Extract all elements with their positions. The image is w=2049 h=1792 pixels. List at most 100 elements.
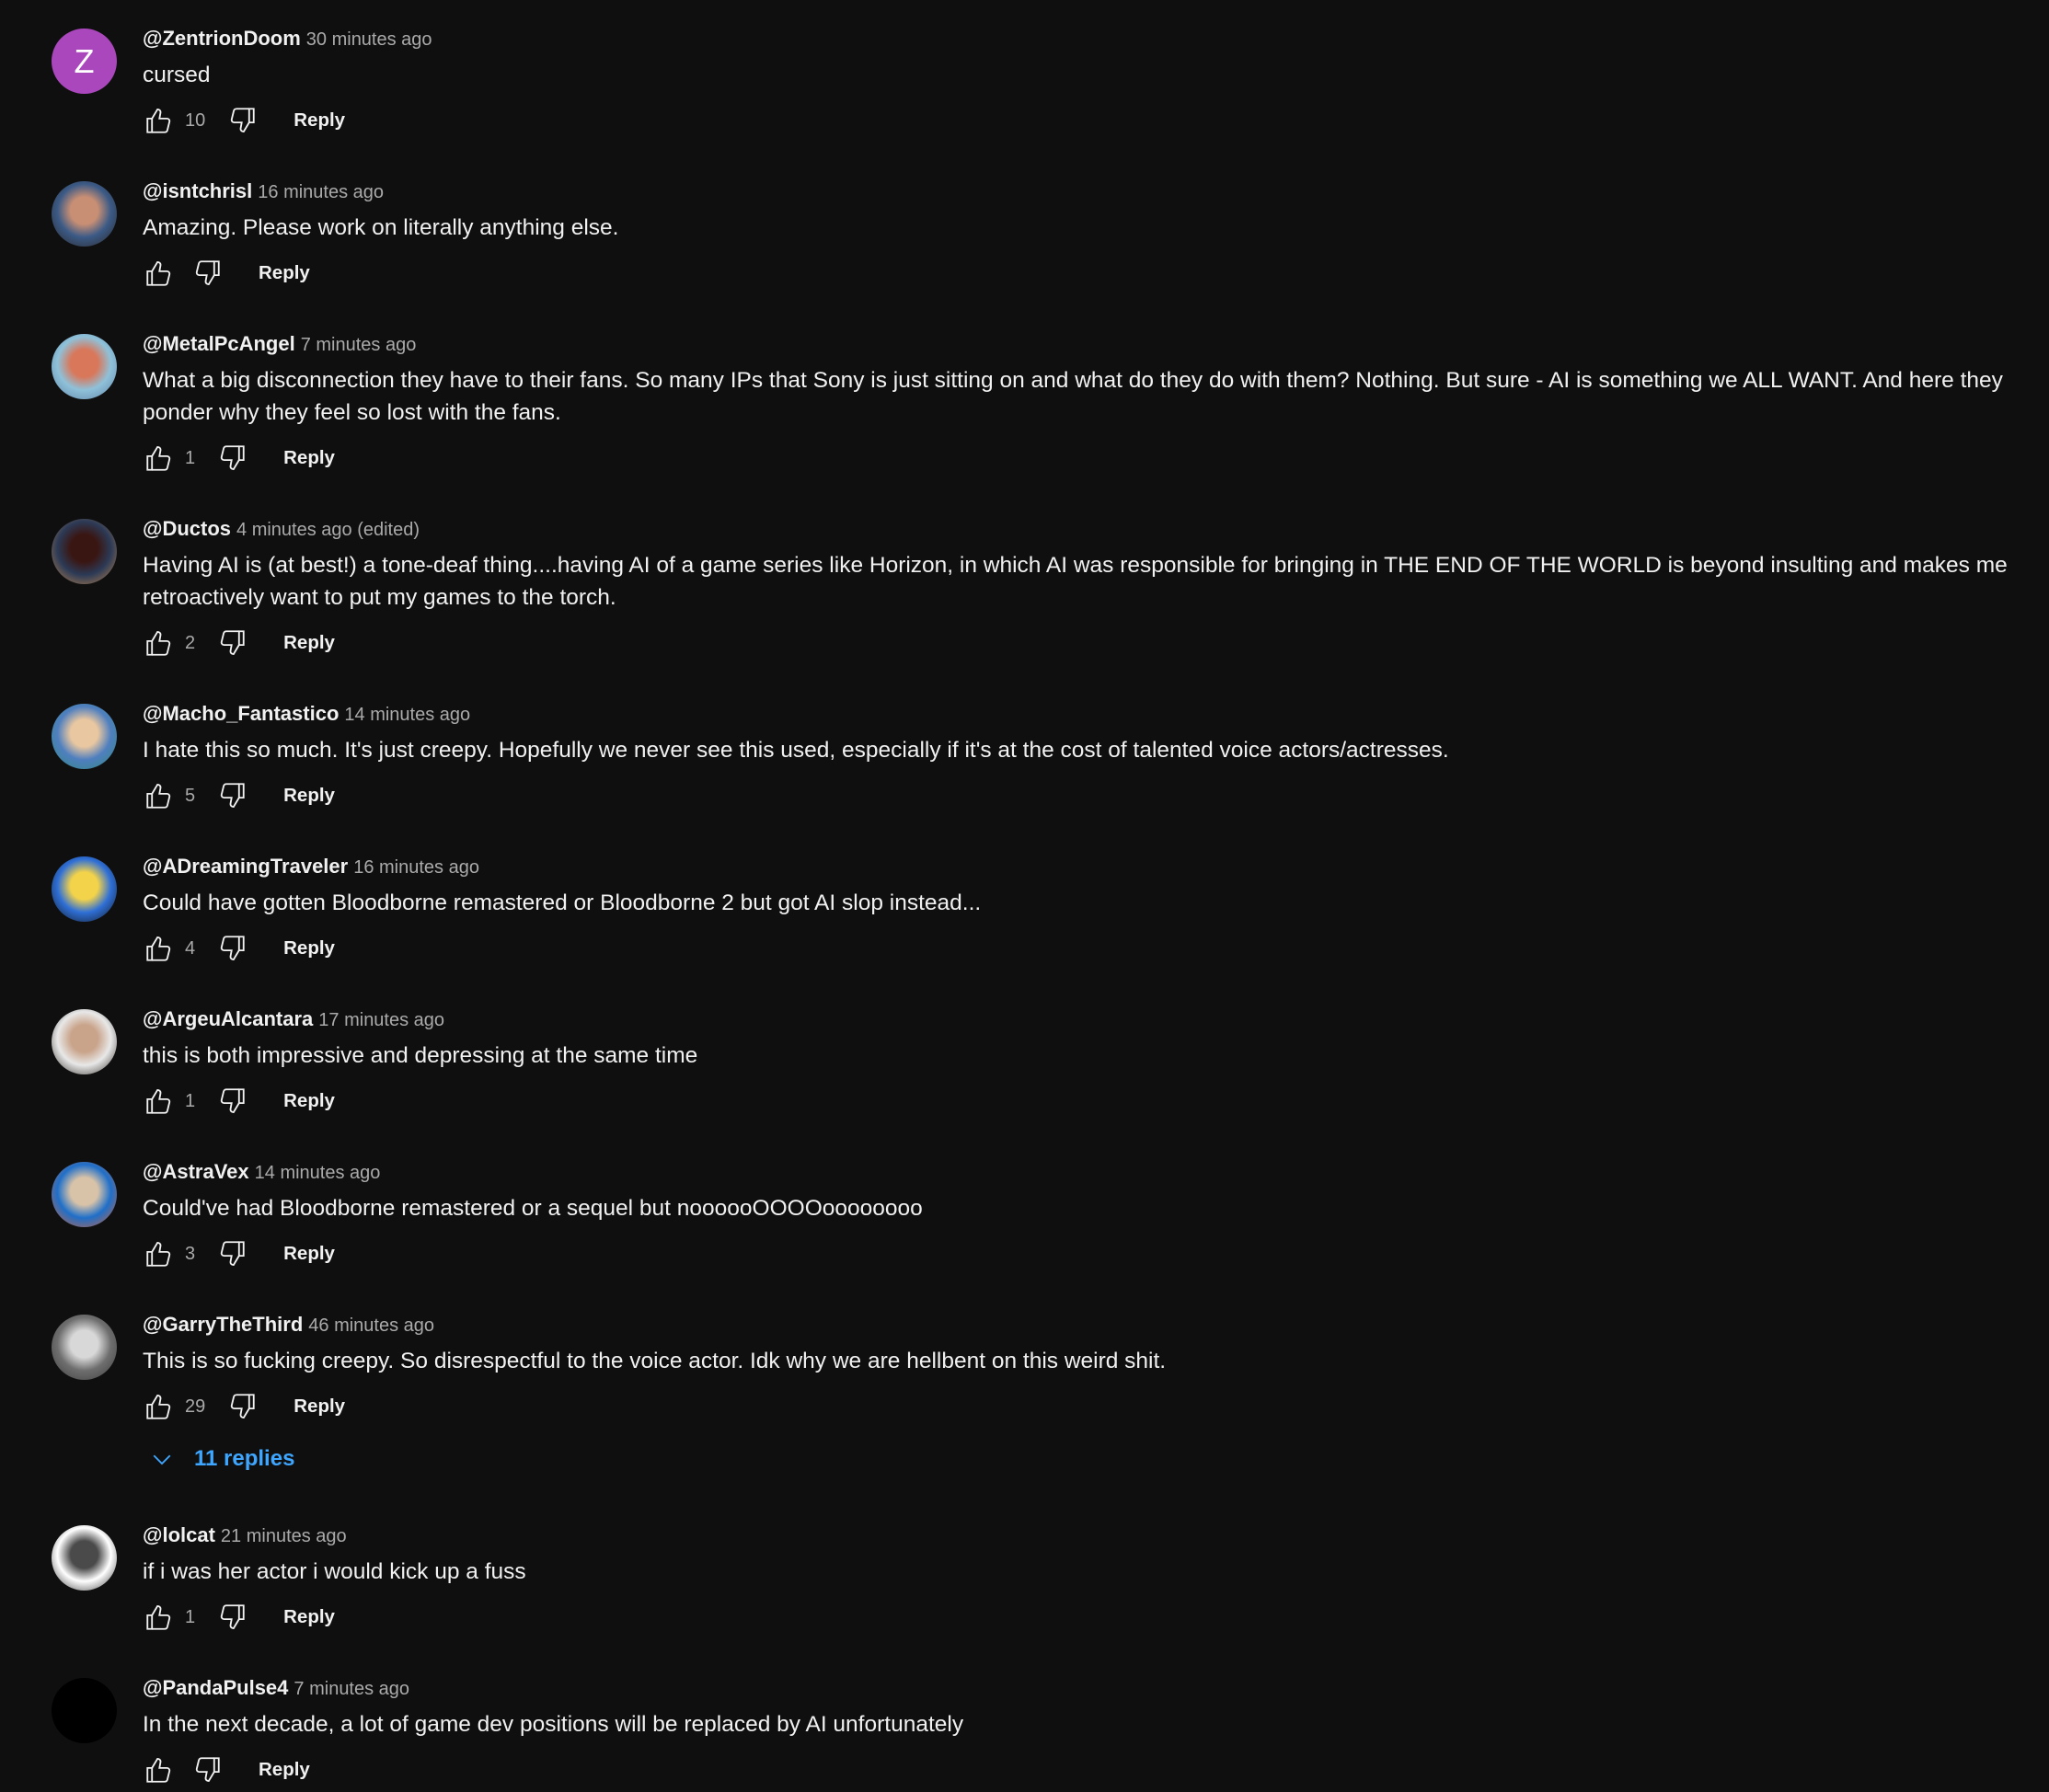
- comment-timestamp[interactable]: 4 minutes ago (edited): [236, 520, 420, 540]
- dislike-button[interactable]: [215, 1601, 248, 1634]
- comment-header: @Ductos 4 minutes ago (edited): [143, 514, 2003, 544]
- comment-body: @PandaPulse4 7 minutes ago In the next dec…: [143, 1673, 2003, 1788]
- comment-timestamp[interactable]: 14 minutes ago: [344, 705, 470, 725]
- thumbs-up-icon: [144, 105, 175, 136]
- reply-button[interactable]: Reply: [283, 937, 335, 959]
- thumbs-up-icon: [144, 258, 175, 289]
- like-button[interactable]: [143, 104, 176, 137]
- comment-timestamp[interactable]: 7 minutes ago: [294, 1679, 409, 1699]
- like-count: 29: [185, 1396, 206, 1417]
- reply-button[interactable]: Reply: [283, 447, 335, 469]
- dislike-button[interactable]: [190, 1753, 224, 1786]
- like-count: 10: [185, 109, 206, 131]
- like-button[interactable]: [143, 1753, 176, 1786]
- author-handle[interactable]: @ZentrionDoom: [143, 27, 301, 50]
- comment-body: @GarryTheThird 46 minutes ago This is so f…: [143, 1310, 2003, 1473]
- comment-timestamp[interactable]: 30 minutes ago: [306, 29, 432, 50]
- view-replies-button[interactable]: 11 replies: [148, 1445, 2003, 1473]
- like-button[interactable]: [143, 626, 176, 660]
- avatar[interactable]: [52, 181, 117, 247]
- dislike-button[interactable]: [215, 932, 248, 965]
- comment-timestamp[interactable]: 46 minutes ago: [308, 1315, 434, 1336]
- comment-actions: 1 Reply: [143, 1083, 2003, 1120]
- author-handle[interactable]: @GarryTheThird: [143, 1313, 303, 1336]
- reply-button[interactable]: Reply: [259, 1759, 310, 1781]
- avatar[interactable]: [52, 1315, 117, 1380]
- reply-button[interactable]: Reply: [294, 109, 345, 132]
- dislike-button[interactable]: [225, 1390, 259, 1423]
- avatar-letter: Z: [74, 41, 95, 80]
- comment-timestamp[interactable]: 17 minutes ago: [318, 1010, 444, 1030]
- avatar[interactable]: [52, 1162, 117, 1227]
- author-handle[interactable]: @ADreamingTraveler: [143, 855, 348, 878]
- thumbs-down-icon: [216, 1602, 247, 1633]
- like-button[interactable]: [143, 1237, 176, 1270]
- dislike-button[interactable]: [190, 257, 224, 290]
- like-count: 1: [185, 1606, 196, 1627]
- like-button[interactable]: [143, 1085, 176, 1118]
- comment-header: @lolcat 21 minutes ago: [143, 1521, 2003, 1550]
- like-button[interactable]: [143, 1390, 176, 1423]
- avatar[interactable]: [52, 1678, 117, 1743]
- comment-body: @ArgeuAlcantara 17 minutes ago this is bot…: [143, 1005, 2003, 1120]
- dislike-button[interactable]: [215, 626, 248, 660]
- comment-actions: 3 Reply: [143, 1235, 2003, 1272]
- reply-button[interactable]: Reply: [259, 262, 310, 284]
- thumbs-up-icon: [144, 442, 175, 474]
- author-handle[interactable]: @ArgeuAlcantara: [143, 1007, 313, 1030]
- reply-button[interactable]: Reply: [283, 1243, 335, 1265]
- reply-button[interactable]: Reply: [294, 1396, 345, 1418]
- comment-timestamp[interactable]: 16 minutes ago: [353, 857, 479, 878]
- comment-header: @Macho_Fantastico 14 minutes ago: [143, 699, 2003, 729]
- comment-actions: 29 Reply: [143, 1388, 2003, 1425]
- comment-timestamp[interactable]: 14 minutes ago: [255, 1163, 381, 1183]
- comments-list: Z @ZentrionDoom 30 minutes ago cursed 10 Repl…: [0, 0, 2049, 1792]
- comment-timestamp[interactable]: 21 minutes ago: [221, 1526, 347, 1546]
- dislike-button[interactable]: [215, 779, 248, 812]
- comment-timestamp[interactable]: 7 minutes ago: [301, 335, 417, 355]
- dislike-button[interactable]: [215, 1085, 248, 1118]
- reply-button[interactable]: Reply: [283, 632, 335, 654]
- thumbs-down-icon: [191, 1754, 223, 1786]
- avatar[interactable]: [52, 1525, 117, 1591]
- comment-text: this is both impressive and depressing a…: [143, 1043, 698, 1068]
- avatar[interactable]: [52, 1009, 117, 1074]
- thumbs-up-icon: [144, 1754, 175, 1786]
- comment-text: cursed: [143, 63, 211, 87]
- avatar[interactable]: [52, 856, 117, 922]
- comment-text: if i was her actor i would kick up a fus…: [143, 1559, 526, 1584]
- like-button[interactable]: [143, 257, 176, 290]
- reply-button[interactable]: Reply: [283, 785, 335, 807]
- like-button[interactable]: [143, 779, 176, 812]
- comment-text: Amazing. Please work on literally anythi…: [143, 215, 619, 240]
- like-button[interactable]: [143, 442, 176, 475]
- reply-button[interactable]: Reply: [283, 1606, 335, 1628]
- dislike-button[interactable]: [215, 1237, 248, 1270]
- author-handle[interactable]: @isntchrisl: [143, 179, 252, 202]
- avatar[interactable]: [52, 334, 117, 399]
- dislike-button[interactable]: [215, 442, 248, 475]
- thumbs-down-icon: [216, 627, 247, 659]
- comment-header: @GarryTheThird 46 minutes ago: [143, 1310, 2003, 1339]
- comment-body: @Macho_Fantastico 14 minutes ago I hate th…: [143, 699, 2003, 814]
- dislike-button[interactable]: [225, 104, 259, 137]
- comment-actions: 1 Reply: [143, 440, 2003, 477]
- author-handle[interactable]: @lolcat: [143, 1523, 215, 1546]
- comment-timestamp[interactable]: 16 minutes ago: [258, 182, 384, 202]
- reply-button[interactable]: Reply: [283, 1090, 335, 1112]
- like-count: 5: [185, 785, 196, 806]
- comment-header: @PandaPulse4 7 minutes ago: [143, 1673, 2003, 1703]
- like-button[interactable]: [143, 932, 176, 965]
- author-handle[interactable]: @PandaPulse4: [143, 1676, 288, 1699]
- author-handle[interactable]: @Macho_Fantastico: [143, 702, 339, 725]
- thumbs-up-icon: [144, 933, 175, 964]
- author-handle[interactable]: @AstraVex: [143, 1160, 249, 1183]
- avatar[interactable]: Z: [52, 29, 117, 94]
- comment-body: @AstraVex 14 minutes ago Could've had Bloo…: [143, 1157, 2003, 1272]
- author-handle[interactable]: @Ductos: [143, 517, 231, 540]
- like-button[interactable]: [143, 1601, 176, 1634]
- comment-actions: Reply: [143, 255, 2003, 292]
- avatar[interactable]: [52, 704, 117, 769]
- avatar[interactable]: [52, 519, 117, 584]
- author-handle[interactable]: @MetalPcAngel: [143, 332, 295, 355]
